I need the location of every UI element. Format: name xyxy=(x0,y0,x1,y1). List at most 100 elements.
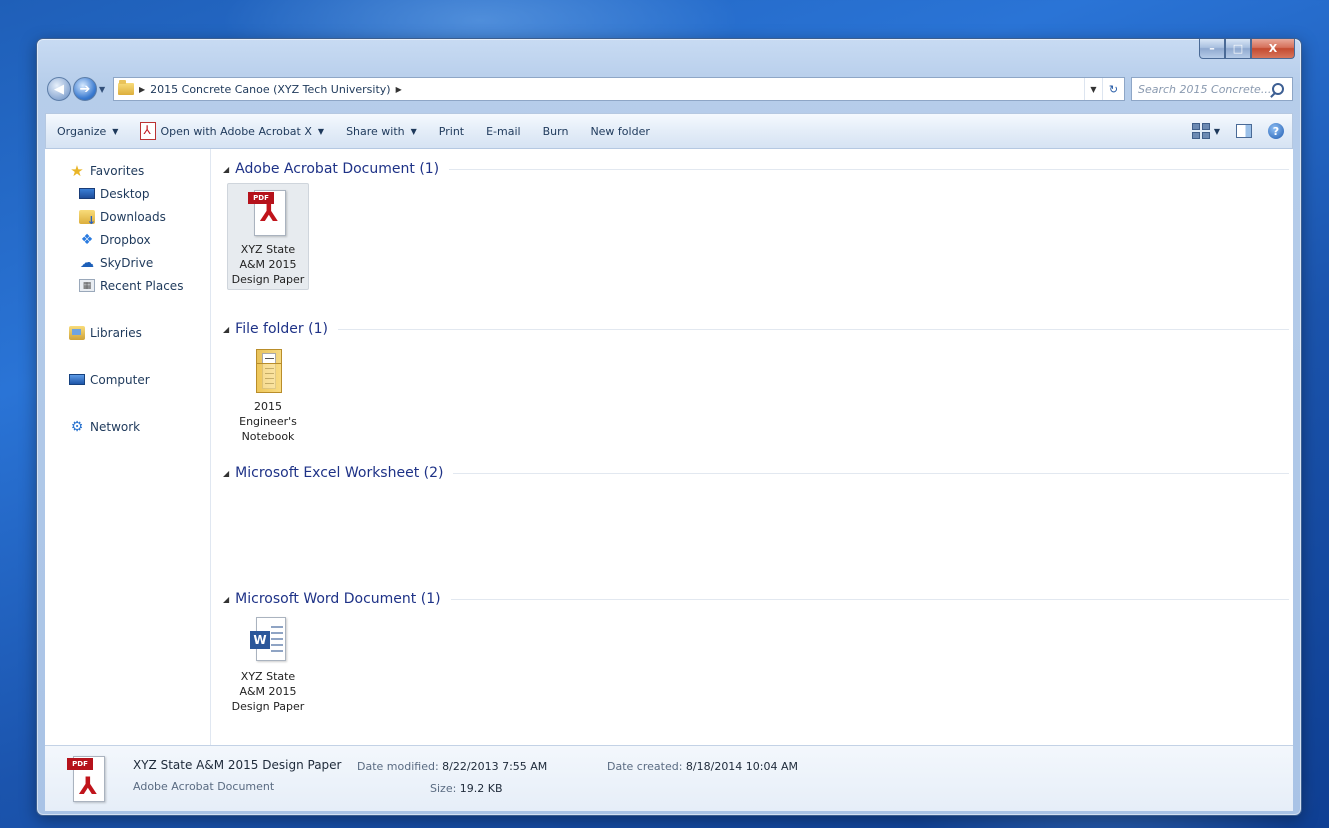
word-file-icon: W xyxy=(248,615,288,665)
nav-label: Downloads xyxy=(100,209,166,224)
collapse-triangle-icon[interactable]: ◢ xyxy=(223,325,229,334)
network-icon: ⚙ xyxy=(70,418,84,435)
arrow-left-icon: ◀ xyxy=(54,81,64,97)
caption-buttons: – □ X xyxy=(1199,39,1295,59)
search-icon[interactable] xyxy=(1272,83,1284,95)
nav-item-dropbox[interactable]: ❖ Dropbox xyxy=(45,228,210,251)
breadcrumb-arrow-icon[interactable]: ▶ xyxy=(139,85,145,94)
share-with-button[interactable]: Share with ▼ xyxy=(335,114,428,148)
nav-item-recent-places[interactable]: ▦ Recent Places xyxy=(45,274,210,297)
details-pane: PDF ⅄ XYZ State A&M 2015 Design Paper Ad… xyxy=(45,745,1293,811)
details-date-modified: Date modified: 8/22/2013 7:55 AM xyxy=(357,760,547,773)
pdf-file-icon: PDF ⅄ xyxy=(67,754,107,804)
file-tile-word[interactable]: W XYZ State A&M 2015 Design Paper xyxy=(227,611,309,716)
group-header-acrobat[interactable]: ◢ Adobe Acrobat Document (1) xyxy=(223,161,1289,177)
preview-pane-icon[interactable] xyxy=(1236,124,1252,138)
navigation-pane: ★ Favorites Desktop Downloads ❖ Dropbox … xyxy=(45,149,211,745)
group-title: Microsoft Word Document (1) xyxy=(235,591,441,607)
details-date-created: Date created: 8/18/2014 10:04 AM xyxy=(607,760,798,773)
file-name: XYZ State A&M 2015 Design Paper xyxy=(231,243,305,286)
details-file-type: Adobe Acrobat Document xyxy=(133,780,275,793)
nav-item-favorites[interactable]: ★ Favorites xyxy=(45,159,210,182)
nav-label: SkyDrive xyxy=(100,255,154,270)
minimize-button[interactable]: – xyxy=(1199,39,1225,59)
downloads-icon xyxy=(79,209,96,227)
collapse-triangle-icon[interactable]: ◢ xyxy=(223,595,229,604)
explorer-window: – □ X ◀ ➔ ▼ ▶ 2015 Concrete Canoe (XYZ T… xyxy=(36,38,1302,816)
nav-label: Desktop xyxy=(100,186,150,201)
collapse-triangle-icon[interactable]: ◢ xyxy=(223,469,229,478)
nav-item-computer[interactable]: Computer xyxy=(45,368,210,391)
new-folder-button[interactable]: New folder xyxy=(579,114,660,148)
breadcrumb-current[interactable]: 2015 Concrete Canoe (XYZ Tech University… xyxy=(150,83,390,96)
nav-label: Computer xyxy=(90,372,150,387)
details-size: Size: 19.2 KB xyxy=(430,782,503,795)
nav-label: Favorites xyxy=(90,163,145,178)
group-title: File folder (1) xyxy=(235,321,328,337)
close-button[interactable]: X xyxy=(1251,39,1295,59)
computer-icon xyxy=(69,374,85,385)
nav-item-skydrive[interactable]: ☁ SkyDrive xyxy=(45,251,210,274)
details-value: 8/18/2014 10:04 AM xyxy=(685,760,799,773)
search-placeholder: Search 2015 Concrete... xyxy=(1138,82,1272,96)
nav-label: Libraries xyxy=(90,325,142,340)
group-title: Adobe Acrobat Document (1) xyxy=(235,161,440,177)
breadcrumb-arrow-icon[interactable]: ▶ xyxy=(396,85,402,94)
nav-item-desktop[interactable]: Desktop xyxy=(45,182,210,205)
desktop-icon xyxy=(79,188,95,199)
details-value: 19.2 KB xyxy=(459,782,503,795)
forward-button[interactable]: ➔ xyxy=(73,77,97,101)
group-header-folder[interactable]: ◢ File folder (1) xyxy=(223,321,1289,337)
file-name: XYZ State A&M 2015 Design Paper xyxy=(231,670,305,713)
acrobat-icon xyxy=(140,122,157,140)
open-with-label: Open with Adobe Acrobat X xyxy=(160,124,312,138)
chevron-down-icon: ▼ xyxy=(112,126,119,136)
collapse-triangle-icon[interactable]: ◢ xyxy=(223,165,229,174)
details-file-name: XYZ State A&M 2015 Design Paper xyxy=(133,758,342,772)
group-header-excel[interactable]: ◢ Microsoft Excel Worksheet (2) xyxy=(223,465,1289,481)
help-icon[interactable]: ? xyxy=(1268,123,1284,139)
view-dropdown-icon[interactable]: ▼ xyxy=(1214,127,1220,136)
details-label: Date modified: xyxy=(357,760,439,773)
nav-item-network[interactable]: ⚙ Network xyxy=(45,415,210,438)
email-button[interactable]: E-mail xyxy=(475,114,532,148)
recent-pages-dropdown[interactable]: ▼ xyxy=(99,85,109,94)
explorer-body: ★ Favorites Desktop Downloads ❖ Dropbox … xyxy=(45,149,1293,745)
folder-icon xyxy=(248,345,288,395)
address-bar[interactable]: ▶ 2015 Concrete Canoe (XYZ Tech Universi… xyxy=(113,77,1125,101)
refresh-icon[interactable]: ↻ xyxy=(1102,78,1124,100)
open-with-button[interactable]: Open with Adobe Acrobat X ▼ xyxy=(129,114,335,148)
folder-tile[interactable]: 2015 Engineer's Notebook xyxy=(227,341,309,446)
star-icon: ★ xyxy=(70,161,84,180)
recent-places-icon: ▦ xyxy=(79,279,95,292)
nav-label: Network xyxy=(90,419,141,434)
nav-label: Dropbox xyxy=(100,232,151,247)
pdf-file-icon: PDF ⅄ xyxy=(248,188,288,238)
folder-name: 2015 Engineer's Notebook xyxy=(239,400,297,443)
organize-label: Organize xyxy=(57,124,107,138)
skydrive-icon: ☁ xyxy=(80,254,94,271)
command-bar: Organize ▼ Open with Adobe Acrobat X ▼ Sha… xyxy=(45,113,1293,149)
group-title: Microsoft Excel Worksheet (2) xyxy=(235,465,444,481)
address-row: ◀ ➔ ▼ ▶ 2015 Concrete Canoe (XYZ Tech Un… xyxy=(47,75,1293,103)
address-dropdown-icon[interactable]: ▼ xyxy=(1084,78,1102,100)
nav-item-downloads[interactable]: Downloads xyxy=(45,205,210,228)
chevron-down-icon: ▼ xyxy=(410,126,417,136)
organize-button[interactable]: Organize ▼ xyxy=(46,114,129,148)
search-input[interactable]: Search 2015 Concrete... xyxy=(1131,77,1293,101)
file-list: ◢ Adobe Acrobat Document (1) PDF ⅄ XYZ S… xyxy=(211,149,1293,745)
toolbar-right: ▼ ? xyxy=(1191,123,1292,139)
dropbox-icon: ❖ xyxy=(80,231,94,248)
back-button[interactable]: ◀ xyxy=(47,77,71,101)
group-header-word[interactable]: ◢ Microsoft Word Document (1) xyxy=(223,591,1289,607)
print-button[interactable]: Print xyxy=(428,114,475,148)
burn-button[interactable]: Burn xyxy=(532,114,580,148)
maximize-button[interactable]: □ xyxy=(1225,39,1251,59)
file-tile-pdf[interactable]: PDF ⅄ XYZ State A&M 2015 Design Paper xyxy=(227,183,309,290)
folder-icon xyxy=(118,80,134,95)
change-view-icon[interactable] xyxy=(1191,123,1210,139)
nav-item-libraries[interactable]: Libraries xyxy=(45,321,210,344)
nav-label: Recent Places xyxy=(100,278,184,293)
arrow-right-icon: ➔ xyxy=(79,81,91,97)
share-with-label: Share with xyxy=(346,124,405,138)
